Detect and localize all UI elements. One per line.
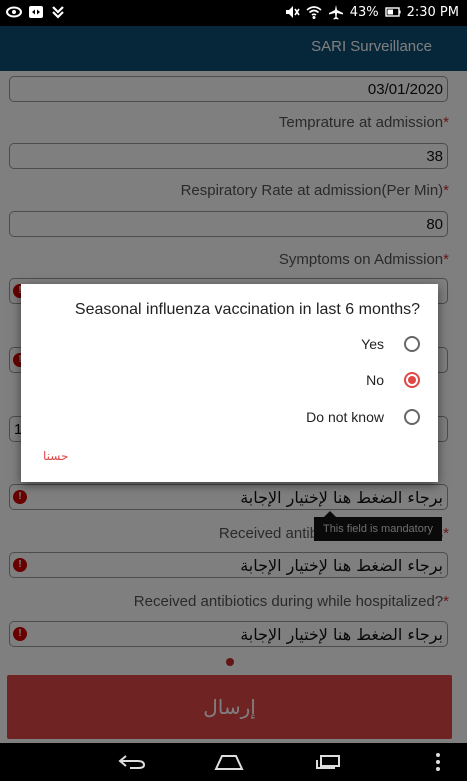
option-label: Yes xyxy=(361,336,384,352)
ok-button[interactable]: حسنا xyxy=(43,449,68,463)
download-icon xyxy=(52,6,64,19)
teamviewer-icon xyxy=(29,6,43,18)
option-do-not-know[interactable]: Do not know xyxy=(306,405,420,429)
wifi-icon xyxy=(306,6,322,19)
menu-icon[interactable] xyxy=(434,752,442,772)
mute-icon xyxy=(285,6,300,18)
battery-icon xyxy=(384,7,401,17)
status-bar: 43% 2:30 PM xyxy=(0,0,467,26)
option-yes[interactable]: Yes xyxy=(361,332,420,356)
radio-button-selected[interactable] xyxy=(404,372,420,388)
recents-icon[interactable] xyxy=(315,754,343,770)
radio-button[interactable] xyxy=(404,409,420,425)
navigation-bar xyxy=(0,743,467,781)
option-label: No xyxy=(366,372,384,388)
home-icon[interactable] xyxy=(214,753,244,771)
battery-percent: 43% xyxy=(349,4,379,20)
option-label: Do not know xyxy=(306,409,384,425)
clock: 2:30 PM xyxy=(406,4,459,20)
radio-button[interactable] xyxy=(404,336,420,352)
back-icon[interactable] xyxy=(118,754,146,770)
vaccination-dialog: Seasonal influenza vaccination in last 6… xyxy=(21,284,438,482)
dialog-question: Seasonal influenza vaccination in last 6… xyxy=(74,301,420,318)
option-no[interactable]: No xyxy=(366,368,420,392)
airplane-icon xyxy=(328,5,343,20)
eye-icon xyxy=(6,6,22,18)
